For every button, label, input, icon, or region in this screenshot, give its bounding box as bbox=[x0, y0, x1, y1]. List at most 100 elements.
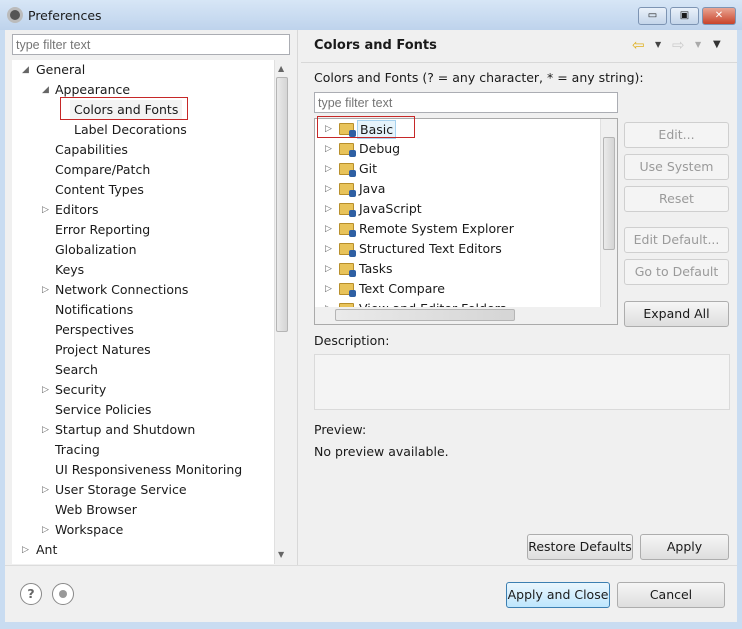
tree-item[interactable]: Keys bbox=[12, 260, 272, 280]
tree-item[interactable]: Search bbox=[12, 360, 272, 380]
tree-item[interactable]: Notifications bbox=[12, 300, 272, 320]
tree-item-label: Error Reporting bbox=[55, 222, 151, 237]
collapsed-arrow-icon[interactable]: ▷ bbox=[325, 239, 332, 259]
tree-item[interactable]: ▷ Startup and Shutdown bbox=[12, 420, 272, 440]
use-system-font-button[interactable]: Use System Font bbox=[624, 154, 729, 198]
tree-item-label: Compare/Patch bbox=[55, 162, 151, 177]
collapsed-arrow-icon[interactable]: ▷ bbox=[42, 480, 49, 500]
collapsed-arrow-icon[interactable]: ▷ bbox=[325, 259, 332, 279]
color-category-item[interactable]: ▷ Text Compare bbox=[315, 279, 599, 299]
back-history-dropdown-icon[interactable]: ▼ bbox=[655, 40, 661, 49]
collapsed-arrow-icon[interactable]: ▷ bbox=[42, 280, 49, 300]
edit-button[interactable]: Edit... bbox=[624, 122, 729, 148]
collapsed-arrow-icon[interactable]: ▷ bbox=[42, 520, 49, 540]
tree-scrollbar[interactable]: ▲ ▼ bbox=[274, 60, 289, 564]
tree-item[interactable]: Capabilities bbox=[12, 140, 272, 160]
tree-item[interactable]: ▷ Security bbox=[12, 380, 272, 400]
category-label: Structured Text Editors bbox=[359, 241, 502, 256]
colors-filter-input[interactable] bbox=[314, 92, 618, 113]
tree-item[interactable]: Project Natures bbox=[12, 340, 272, 360]
tree-item-label: Notifications bbox=[55, 302, 134, 317]
h-scroll-thumb[interactable] bbox=[335, 309, 515, 321]
record-macro-icon[interactable] bbox=[52, 583, 74, 605]
category-label: Java bbox=[359, 181, 386, 196]
tree-item-label: Editors bbox=[55, 202, 99, 217]
tree-item[interactable]: Compare/Patch bbox=[12, 160, 272, 180]
collapsed-arrow-icon[interactable]: ▷ bbox=[42, 420, 49, 440]
color-category-item[interactable]: ▷ Remote System Explorer bbox=[315, 219, 599, 239]
left-filter-input[interactable] bbox=[12, 34, 290, 55]
color-category-item[interactable]: ▷ Java bbox=[315, 179, 599, 199]
scroll-down-icon[interactable]: ▼ bbox=[278, 550, 284, 559]
collapsed-arrow-icon[interactable]: ▷ bbox=[325, 139, 332, 159]
category-label: Text Compare bbox=[359, 281, 445, 296]
forward-history-dropdown-icon[interactable]: ▼ bbox=[695, 40, 701, 49]
forward-arrow-icon[interactable]: ⇨ bbox=[672, 36, 685, 54]
tree-item[interactable]: Globalization bbox=[12, 240, 272, 260]
pane-divider[interactable] bbox=[297, 30, 298, 565]
tree-item[interactable]: Tracing bbox=[12, 440, 272, 460]
view-menu-icon[interactable]: ▼ bbox=[713, 39, 721, 50]
tree-item[interactable]: Error Reporting bbox=[12, 220, 272, 240]
tree-item[interactable]: Label Decorations bbox=[12, 120, 272, 140]
reset-button[interactable]: Reset bbox=[624, 186, 729, 212]
color-category-item[interactable]: ▷ JavaScript bbox=[315, 199, 599, 219]
collapsed-arrow-icon[interactable]: ▷ bbox=[22, 540, 29, 560]
tree-item-label: Ant bbox=[36, 542, 58, 557]
tree-item[interactable]: ▷ Network Connections bbox=[12, 280, 272, 300]
scroll-thumb[interactable] bbox=[276, 77, 288, 332]
description-box bbox=[314, 354, 730, 410]
tree-item[interactable]: ▷ Editors bbox=[12, 200, 272, 220]
color-category-item[interactable]: ▷ Structured Text Editors bbox=[315, 239, 599, 259]
back-arrow-icon[interactable]: ⇦ bbox=[632, 36, 645, 54]
tree-item[interactable]: UI Responsiveness Monitoring bbox=[12, 460, 272, 480]
highlight-box bbox=[60, 97, 188, 120]
collapsed-arrow-icon[interactable]: ▷ bbox=[42, 380, 49, 400]
color-category-item[interactable]: ▷ Git bbox=[315, 159, 599, 179]
color-category-item[interactable]: ▷ Tasks bbox=[315, 259, 599, 279]
colors-tree-vscrollbar[interactable] bbox=[600, 119, 617, 307]
collapsed-arrow-icon[interactable]: ▷ bbox=[325, 179, 332, 199]
minimize-button[interactable]: ▭ bbox=[638, 7, 667, 25]
tree-item[interactable]: ◢ General bbox=[12, 60, 272, 80]
close-button[interactable]: ✕ bbox=[702, 7, 736, 25]
collapsed-arrow-icon[interactable]: ▷ bbox=[325, 279, 332, 299]
go-to-default-button[interactable]: Go to Default bbox=[624, 259, 729, 285]
colors-fonts-tree: ▷ Basic ▷ Debug ▷ Git ▷ Java ▷ JavaScript ▷ Remote … bbox=[314, 118, 618, 325]
tree-item[interactable]: Content Types bbox=[12, 180, 272, 200]
collapsed-arrow-icon[interactable]: ▷ bbox=[42, 200, 49, 220]
collapsed-arrow-icon[interactable]: ▷ bbox=[325, 219, 332, 239]
tree-item-label: Web Browser bbox=[55, 502, 137, 517]
font-folder-icon bbox=[339, 163, 356, 177]
tree-item[interactable]: Web Browser bbox=[12, 500, 272, 520]
tree-item-label: Tracing bbox=[55, 442, 100, 457]
tree-item[interactable]: ▷ User Storage Service bbox=[12, 480, 272, 500]
category-label: Tasks bbox=[359, 261, 393, 276]
tree-item-label: Network Connections bbox=[55, 282, 189, 297]
expanded-arrow-icon[interactable]: ◢ bbox=[22, 60, 29, 80]
tree-item[interactable]: ▷ Ant bbox=[12, 540, 272, 560]
tree-item-label: Security bbox=[55, 382, 107, 397]
expanded-arrow-icon[interactable]: ◢ bbox=[42, 80, 49, 100]
cancel-button[interactable]: Cancel bbox=[617, 582, 725, 608]
page-title: Colors and Fonts bbox=[314, 38, 437, 53]
maximize-button[interactable]: ▣ bbox=[670, 7, 699, 25]
apply-button[interactable]: Apply bbox=[640, 534, 729, 560]
tree-item[interactable]: Service Policies bbox=[12, 400, 272, 420]
collapsed-arrow-icon[interactable]: ▷ bbox=[325, 159, 332, 179]
edit-default-button[interactable]: Edit Default... bbox=[624, 227, 729, 253]
collapsed-arrow-icon[interactable]: ▷ bbox=[325, 199, 332, 219]
expand-all-button[interactable]: Expand All bbox=[624, 301, 729, 327]
help-icon[interactable]: ? bbox=[20, 583, 42, 605]
tree-item-label: Keys bbox=[55, 262, 85, 277]
apply-and-close-button[interactable]: Apply and Close bbox=[506, 582, 610, 608]
color-category-item[interactable]: ▷ Debug bbox=[315, 139, 599, 159]
tree-item[interactable]: ▷ Workspace bbox=[12, 520, 272, 540]
category-label: Debug bbox=[359, 141, 401, 156]
category-label: Remote System Explorer bbox=[359, 221, 514, 236]
colors-tree-hscrollbar[interactable] bbox=[315, 307, 617, 324]
scroll-thumb[interactable] bbox=[603, 137, 615, 250]
tree-item[interactable]: Perspectives bbox=[12, 320, 272, 340]
scroll-up-icon[interactable]: ▲ bbox=[278, 64, 284, 73]
restore-defaults-button[interactable]: Restore Defaults bbox=[527, 534, 633, 560]
